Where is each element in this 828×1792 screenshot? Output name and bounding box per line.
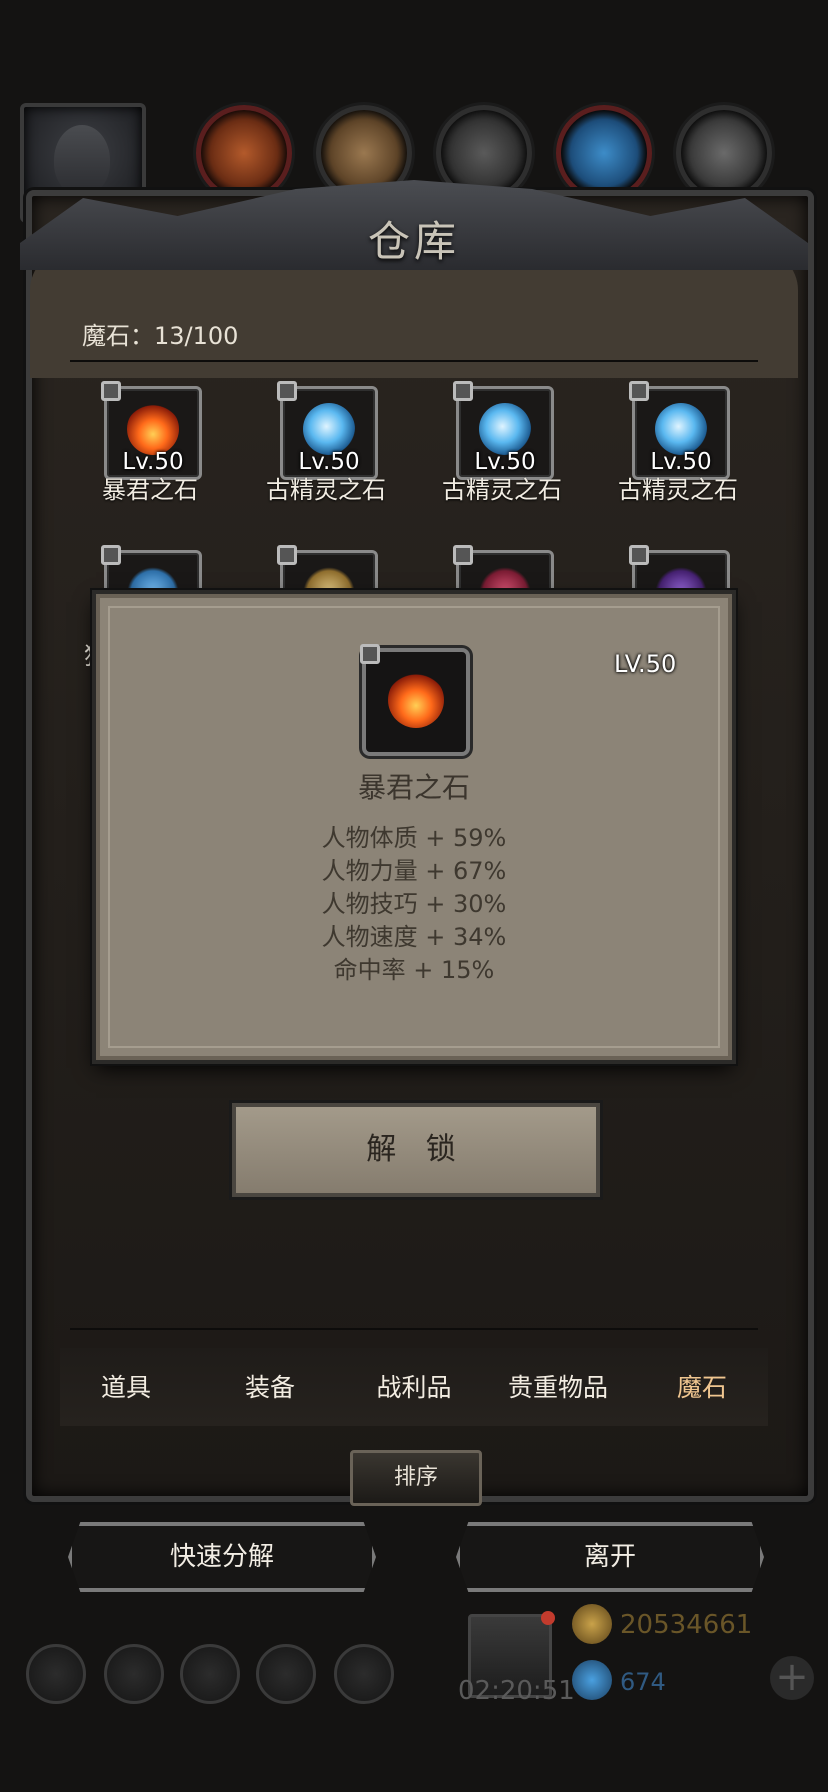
stat-line: 人物速度 + 34% xyxy=(321,923,507,951)
item-slot[interactable]: Lv.50 xyxy=(453,381,554,480)
lock-icon xyxy=(101,545,121,565)
popup-level: LV.50 xyxy=(614,650,677,678)
item-slot[interactable]: Lv.50 xyxy=(101,381,202,480)
guild-icon[interactable] xyxy=(180,1644,240,1704)
resource-icon-crystal xyxy=(556,105,652,201)
lock-icon xyxy=(277,545,297,565)
divider xyxy=(70,1328,758,1330)
stat-line: 人物体质 + 59% xyxy=(321,824,507,852)
gift-timer: 02:20:51 xyxy=(458,1676,575,1706)
diamond-amount: 674 xyxy=(620,1668,666,1696)
capacity-count: 魔石：13/100 xyxy=(82,322,239,350)
popup-item-name: 暴君之石 xyxy=(357,771,470,804)
item-name: 暴君之石 xyxy=(102,476,198,504)
lock-icon xyxy=(360,644,380,664)
gold-coin-icon xyxy=(572,1604,612,1644)
mail-icon[interactable] xyxy=(256,1644,316,1704)
settings-icon[interactable] xyxy=(26,1644,86,1704)
diamond-icon xyxy=(572,1660,612,1700)
item-slot[interactable]: Lv.50 xyxy=(277,381,378,480)
tab-equipment[interactable]: 装备 xyxy=(200,1368,340,1404)
ice-stone-icon xyxy=(479,403,531,455)
lock-icon xyxy=(277,381,297,401)
leave-button[interactable]: 离开 xyxy=(456,1522,764,1592)
fire-stone-icon xyxy=(127,403,179,455)
portrait xyxy=(54,125,110,195)
window-title: 仓库 xyxy=(367,217,460,266)
lock-icon xyxy=(629,381,649,401)
sort-label: 排序 xyxy=(393,1465,438,1490)
tab-items[interactable]: 道具 xyxy=(56,1368,196,1404)
tab-magic-stones[interactable]: 魔石 xyxy=(632,1368,772,1404)
ice-stone-icon xyxy=(655,403,707,455)
item-name: 古精灵之石 xyxy=(442,476,562,504)
leave-label: 离开 xyxy=(583,1542,636,1572)
tab-valuables[interactable]: 贵重物品 xyxy=(488,1368,628,1404)
item-slot[interactable]: Lv.50 xyxy=(629,381,730,480)
lock-icon xyxy=(453,381,473,401)
unlock-button[interactable]: 解 锁 xyxy=(232,1103,600,1197)
resource-icon-stone xyxy=(676,105,772,201)
gold-amount: 20534661 xyxy=(620,1610,753,1640)
unlock-label: 解 锁 xyxy=(366,1132,466,1167)
achievement-icon[interactable] xyxy=(104,1644,164,1704)
item-name: 古精灵之石 xyxy=(618,476,738,504)
fire-stone-icon xyxy=(388,672,444,728)
sort-button[interactable]: 排序 xyxy=(350,1450,482,1506)
tab-loot[interactable]: 战利品 xyxy=(344,1368,484,1404)
quick-decompose-button[interactable]: 快速分解 xyxy=(68,1522,376,1592)
popup-item-slot xyxy=(360,644,470,756)
lock-icon xyxy=(629,545,649,565)
lock-icon xyxy=(453,545,473,565)
stat-line: 命中率 + 15% xyxy=(333,956,495,984)
map-icon[interactable] xyxy=(334,1644,394,1704)
ice-stone-icon xyxy=(303,403,355,455)
notification-dot xyxy=(541,1611,555,1625)
stat-line: 人物力量 + 67% xyxy=(321,857,507,885)
stat-line: 人物技巧 + 30% xyxy=(321,890,507,918)
resource-icon-ore xyxy=(196,105,292,201)
divider xyxy=(70,360,758,362)
add-currency-button[interactable]: + xyxy=(770,1656,814,1700)
item-name: 古精灵之石 xyxy=(266,476,386,504)
lock-icon xyxy=(101,381,121,401)
quick-decompose-label: 快速分解 xyxy=(169,1542,274,1572)
